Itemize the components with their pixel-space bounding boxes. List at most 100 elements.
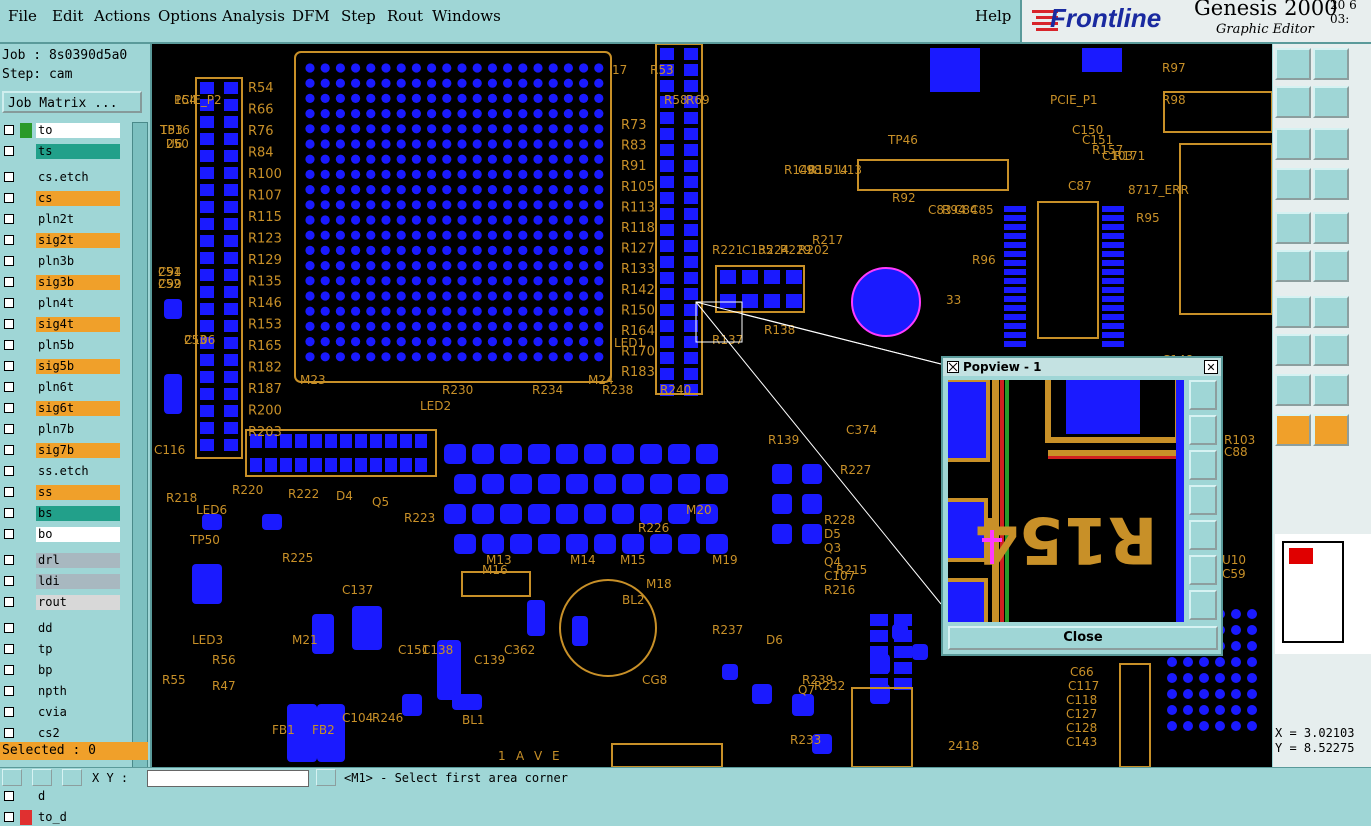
- ic-pin[interactable]: [1004, 251, 1026, 257]
- bga-ball[interactable]: [366, 93, 376, 103]
- refdes-label[interactable]: V: [534, 749, 543, 763]
- layer-row[interactable]: sig6t: [2, 400, 120, 417]
- menu-file[interactable]: File: [8, 7, 37, 25]
- bga-ball[interactable]: [548, 78, 558, 88]
- bga-ball[interactable]: [533, 261, 543, 271]
- resistor-pad[interactable]: [660, 80, 674, 92]
- resistor-pad[interactable]: [224, 337, 238, 349]
- refdes-label[interactable]: R95: [1136, 211, 1160, 225]
- bga-ball[interactable]: [320, 321, 330, 331]
- component-pad[interactable]: [722, 664, 738, 680]
- resistor-pad[interactable]: [764, 270, 780, 284]
- mosfet-pad[interactable]: [696, 444, 718, 464]
- resistor-pad[interactable]: [870, 630, 888, 642]
- refdes-label[interactable]: R135: [248, 275, 282, 290]
- bga-ball[interactable]: [563, 352, 573, 362]
- bga-ball[interactable]: [594, 261, 604, 271]
- bga-ball[interactable]: [472, 321, 482, 331]
- ic-pin[interactable]: [1102, 233, 1124, 239]
- resistor-pad[interactable]: [200, 150, 214, 162]
- bga-ball[interactable]: [351, 63, 361, 73]
- layer-color-swatch[interactable]: [20, 553, 32, 568]
- layer-checkbox[interactable]: [4, 361, 14, 371]
- bga-ball[interactable]: [320, 109, 330, 119]
- component-pad[interactable]: [164, 299, 182, 319]
- bga-ball[interactable]: [472, 306, 482, 316]
- via-pad[interactable]: [1231, 689, 1241, 699]
- bga-ball[interactable]: [351, 124, 361, 134]
- bga-ball[interactable]: [579, 109, 589, 119]
- bga-ball[interactable]: [487, 139, 497, 149]
- bga-ball[interactable]: [594, 200, 604, 210]
- bga-ball[interactable]: [533, 63, 543, 73]
- via-pad[interactable]: [1199, 721, 1209, 731]
- layer-color-swatch[interactable]: [20, 506, 32, 521]
- bga-ball[interactable]: [366, 124, 376, 134]
- layer-name[interactable]: ts: [36, 144, 120, 159]
- refdes-label[interactable]: 24: [948, 739, 963, 753]
- layer-row[interactable]: rout: [2, 594, 120, 611]
- refdes-label[interactable]: R84: [248, 146, 274, 161]
- bga-ball[interactable]: [518, 200, 528, 210]
- refdes-label[interactable]: FB2: [312, 723, 335, 737]
- layer-checkbox[interactable]: [4, 466, 14, 476]
- layer-color-swatch[interactable]: [20, 789, 32, 804]
- refdes-label[interactable]: R139: [768, 433, 799, 447]
- bga-ball[interactable]: [563, 215, 573, 225]
- bga-ball[interactable]: [427, 185, 437, 195]
- refdes-label[interactable]: D6: [766, 633, 783, 647]
- bga-ball[interactable]: [594, 169, 604, 179]
- bga-ball[interactable]: [563, 306, 573, 316]
- via-pad[interactable]: [1167, 721, 1177, 731]
- bga-ball[interactable]: [442, 230, 452, 240]
- refdes-label[interactable]: U10: [1222, 553, 1246, 567]
- popview-pan-right-icon[interactable]: [1189, 520, 1217, 550]
- resistor-pad[interactable]: [660, 48, 674, 60]
- refdes-label[interactable]: 1: [498, 749, 506, 763]
- layer-row[interactable]: sig5b: [2, 358, 120, 375]
- bga-ball[interactable]: [381, 139, 391, 149]
- refdes-label[interactable]: R220: [232, 483, 263, 497]
- bga-ball[interactable]: [487, 321, 497, 331]
- bga-ball[interactable]: [442, 139, 452, 149]
- mosfet-pad[interactable]: [528, 444, 550, 464]
- bga-ball[interactable]: [427, 261, 437, 271]
- bga-ball[interactable]: [396, 276, 406, 286]
- bga-ball[interactable]: [457, 169, 467, 179]
- bga-ball[interactable]: [472, 215, 482, 225]
- bga-ball[interactable]: [594, 139, 604, 149]
- refdes-label[interactable]: Q7: [798, 683, 815, 697]
- bga-ball[interactable]: [563, 124, 573, 134]
- bga-ball[interactable]: [472, 63, 482, 73]
- bga-ball[interactable]: [533, 93, 543, 103]
- bga-ball[interactable]: [472, 245, 482, 255]
- refdes-label[interactable]: CG8: [642, 673, 667, 687]
- bga-ball[interactable]: [442, 154, 452, 164]
- bga-ball[interactable]: [503, 93, 513, 103]
- bga-ball[interactable]: [351, 93, 361, 103]
- resistor-pad[interactable]: [720, 270, 736, 284]
- bga-ball[interactable]: [579, 63, 589, 73]
- bga-ball[interactable]: [351, 230, 361, 240]
- refdes-label[interactable]: R66: [248, 103, 274, 118]
- resistor-pad[interactable]: [224, 286, 238, 298]
- bga-ball[interactable]: [533, 124, 543, 134]
- bga-ball[interactable]: [518, 93, 528, 103]
- layer-name[interactable]: npth: [36, 684, 120, 699]
- refdes-label[interactable]: R127: [621, 242, 655, 257]
- bga-ball[interactable]: [533, 321, 543, 331]
- mosfet-pad[interactable]: [444, 444, 466, 464]
- mosfet-pad[interactable]: [500, 504, 522, 524]
- layer-color-swatch[interactable]: [20, 527, 32, 542]
- bga-ball[interactable]: [563, 321, 573, 331]
- via-pad[interactable]: [1215, 657, 1225, 667]
- bga-ball[interactable]: [396, 337, 406, 347]
- via-pad[interactable]: [1199, 657, 1209, 667]
- bga-ball[interactable]: [351, 352, 361, 362]
- bga-ball[interactable]: [411, 200, 421, 210]
- bga-ball[interactable]: [472, 124, 482, 134]
- via-pad[interactable]: [1247, 705, 1257, 715]
- component-pad[interactable]: [192, 564, 222, 604]
- ic-pin[interactable]: [1004, 215, 1026, 221]
- bga-ball[interactable]: [579, 215, 589, 225]
